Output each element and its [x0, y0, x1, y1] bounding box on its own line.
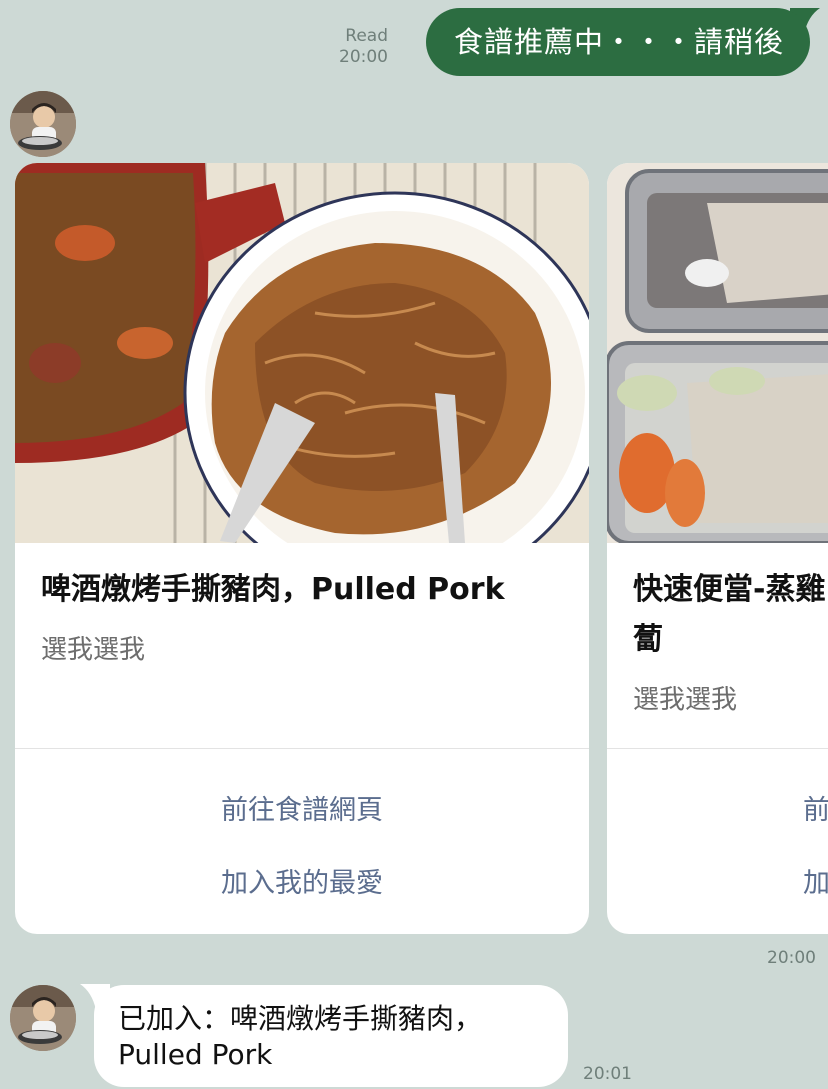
- incoming-timestamp: 20:01: [583, 1064, 632, 1084]
- outgoing-timestamp: 20:00: [339, 47, 388, 67]
- avatar-image: [10, 91, 76, 157]
- recipe-subtitle: 選我選我: [41, 635, 146, 665]
- read-receipt: Read: [345, 26, 388, 46]
- recipe-photo-bento[interactable]: [607, 163, 828, 543]
- recipe-title: 啤酒燉烤手撕豬肉，Pulled Pork: [41, 572, 505, 607]
- recipe-subtitle: 選我選我: [633, 685, 738, 715]
- recipe-card-pulled-pork[interactable]: 啤酒燉烤手撕豬肉，Pulled Pork 選我選我 前往食譜網頁 加入我的最愛: [15, 163, 589, 934]
- add-to-favorites-button[interactable]: 加入我的最愛: [15, 861, 589, 900]
- avatar-image: [10, 985, 76, 1051]
- carousel-timestamp: 20:00: [767, 948, 816, 968]
- open-recipe-page-button[interactable]: 前: [803, 788, 828, 827]
- chat-screen: Read 20:00 食譜推薦中・・・請稍後 啤酒燉烤手撕豬肉，Pulled P…: [0, 0, 828, 1089]
- outgoing-meta: Read 20:00: [339, 26, 388, 68]
- recipe-card-bento[interactable]: 快速便當-蒸雞 蔔 選我選我 前 加: [607, 163, 828, 934]
- open-recipe-page-button[interactable]: 前往食譜網頁: [15, 788, 589, 827]
- add-to-favorites-button[interactable]: 加: [803, 861, 828, 900]
- recipe-title: 快速便當-蒸雞 蔔: [633, 572, 826, 657]
- bot-avatar[interactable]: [10, 91, 76, 157]
- outgoing-message-bubble[interactable]: 食譜推薦中・・・請稍後: [425, 8, 810, 76]
- recipe-photo-pulled-pork[interactable]: [15, 163, 589, 543]
- card-divider: [15, 748, 589, 749]
- bot-avatar[interactable]: [10, 985, 76, 1051]
- card-divider: [607, 748, 828, 749]
- incoming-message-bubble[interactable]: 已加入：啤酒燉烤手撕豬肉， Pulled Pork: [94, 985, 568, 1087]
